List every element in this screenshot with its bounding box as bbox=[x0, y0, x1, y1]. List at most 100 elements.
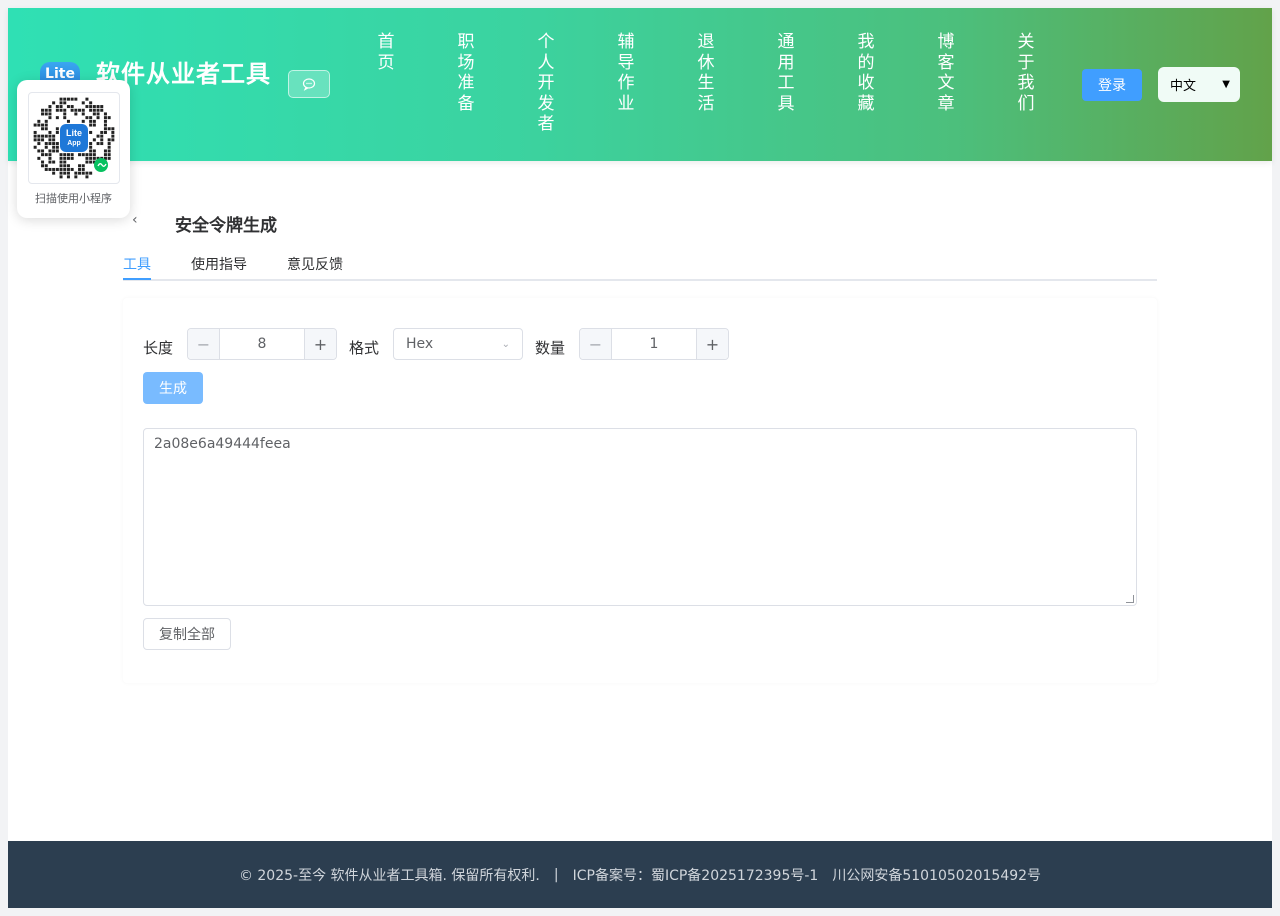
qr-dot bbox=[89, 142, 93, 146]
qr-dot bbox=[78, 167, 82, 171]
qr-dot bbox=[63, 153, 67, 157]
qr-dot bbox=[96, 105, 100, 109]
qr-dot bbox=[48, 112, 52, 116]
qr-dot bbox=[111, 127, 115, 131]
chevron-down-icon: ▼ bbox=[1222, 79, 1230, 90]
qr-dot bbox=[96, 134, 100, 138]
qr-dot bbox=[78, 153, 82, 157]
qr-dot bbox=[63, 164, 67, 168]
qr-dot bbox=[55, 145, 59, 149]
qr-dot bbox=[85, 105, 89, 109]
language-select[interactable]: 中文 ▼ bbox=[1158, 67, 1240, 102]
qr-dot bbox=[33, 123, 37, 127]
count-increment-button[interactable]: + bbox=[696, 329, 728, 359]
qr-dot bbox=[96, 142, 100, 146]
nav-item-home[interactable]: 首页 bbox=[374, 32, 398, 73]
qr-dot bbox=[107, 142, 111, 146]
qr-dot bbox=[55, 105, 59, 109]
qr-dot bbox=[63, 167, 67, 171]
qr-dot bbox=[70, 156, 74, 160]
qr-dot bbox=[85, 116, 89, 120]
qr-dot bbox=[37, 119, 41, 123]
chevron-down-icon: ⌄ bbox=[501, 338, 510, 350]
qr-dot bbox=[107, 149, 111, 153]
length-increment-button[interactable]: + bbox=[304, 329, 336, 359]
count-input[interactable]: 1 bbox=[613, 329, 695, 359]
header: Lite 软件从业者工具 首页 职场准备 个人开发者 辅导作业 退休生活 通用工… bbox=[8, 8, 1272, 161]
qr-dot bbox=[92, 123, 96, 127]
qr-dot bbox=[89, 108, 93, 112]
format-select[interactable]: Hex ⌄ bbox=[393, 328, 523, 360]
qr-dot bbox=[59, 101, 63, 105]
length-stepper: − 8 + bbox=[187, 328, 337, 360]
qr-dot bbox=[59, 160, 63, 164]
copy-all-button[interactable]: 复制全部 bbox=[143, 618, 231, 650]
qr-dot bbox=[41, 108, 45, 112]
qr-dot bbox=[63, 160, 67, 164]
nav-item-favorites[interactable]: 我的收藏 bbox=[854, 32, 878, 114]
qr-dot bbox=[107, 153, 111, 157]
qr-dot bbox=[52, 171, 56, 175]
qr-dot bbox=[48, 156, 52, 160]
qr-dot bbox=[48, 153, 52, 157]
qr-dot bbox=[103, 123, 107, 127]
qr-dot bbox=[66, 153, 70, 157]
qr-dot bbox=[103, 119, 107, 123]
tab-guide[interactable]: 使用指导 bbox=[191, 254, 247, 274]
qr-dot bbox=[85, 97, 89, 101]
qr-dot bbox=[37, 138, 41, 142]
nav-item-general-tools[interactable]: 通用工具 bbox=[774, 32, 798, 114]
qr-dot bbox=[74, 108, 78, 112]
qr-dot bbox=[103, 116, 107, 120]
resize-handle-icon[interactable] bbox=[1126, 595, 1134, 603]
qr-dot bbox=[78, 171, 82, 175]
length-input[interactable]: 8 bbox=[221, 329, 303, 359]
footer-police-link[interactable]: 川公网安备51010502015492号 bbox=[832, 865, 1041, 885]
qr-dot bbox=[52, 160, 56, 164]
qr-logo-text-1: Lite bbox=[66, 128, 82, 138]
qr-dot bbox=[81, 167, 85, 171]
qr-dot bbox=[89, 116, 93, 120]
token-output-text: 2a08e6a49444feea bbox=[154, 436, 291, 452]
nav-item-career[interactable]: 职场准备 bbox=[454, 32, 478, 114]
qr-dot bbox=[41, 149, 45, 153]
qr-dot bbox=[92, 149, 96, 153]
login-button[interactable]: 登录 bbox=[1082, 69, 1142, 101]
tab-feedback[interactable]: 意见反馈 bbox=[287, 254, 343, 274]
mini-program-qr-card: Lite App 扫描使用小程序 bbox=[17, 80, 130, 218]
nav-item-indie-dev[interactable]: 个人开发者 bbox=[534, 32, 558, 135]
qr-dot bbox=[111, 130, 115, 134]
footer-icp-link[interactable]: ICP备案号：蜀ICP备2025172395号-1 bbox=[573, 865, 819, 885]
qr-dot bbox=[92, 105, 96, 109]
qr-dot bbox=[66, 175, 70, 179]
qr-dot bbox=[85, 153, 89, 157]
nav-item-blog[interactable]: 博客文章 bbox=[934, 32, 958, 114]
chat-button[interactable] bbox=[288, 70, 330, 98]
qr-dot bbox=[55, 116, 59, 120]
qr-dot bbox=[66, 156, 70, 160]
count-decrement-button[interactable]: − bbox=[580, 329, 612, 359]
generate-button[interactable]: 生成 bbox=[143, 372, 203, 404]
qr-dot bbox=[41, 160, 45, 164]
qr-dot bbox=[107, 138, 111, 142]
qr-dot bbox=[44, 108, 48, 112]
length-decrement-button[interactable]: − bbox=[188, 329, 220, 359]
qr-code: Lite App bbox=[28, 92, 120, 184]
qr-dot bbox=[41, 112, 45, 116]
token-output-textarea[interactable]: 2a08e6a49444feea bbox=[143, 428, 1137, 606]
nav-item-about[interactable]: 关于我们 bbox=[1014, 32, 1038, 114]
nav-item-retirement[interactable]: 退休生活 bbox=[694, 32, 718, 114]
count-label: 数量 bbox=[535, 339, 566, 357]
qr-dot bbox=[41, 127, 45, 131]
qr-dot bbox=[89, 130, 93, 134]
qr-dot bbox=[96, 112, 100, 116]
qr-dot bbox=[48, 116, 52, 120]
tab-tool[interactable]: 工具 bbox=[123, 254, 151, 274]
back-chevron-icon[interactable]: ‹ bbox=[132, 212, 138, 228]
nav-item-homework[interactable]: 辅导作业 bbox=[614, 32, 638, 114]
qr-dot bbox=[89, 105, 93, 109]
qr-dot bbox=[74, 112, 78, 116]
qr-dot bbox=[41, 138, 45, 142]
qr-dot bbox=[59, 153, 63, 157]
qr-dot bbox=[44, 127, 48, 131]
